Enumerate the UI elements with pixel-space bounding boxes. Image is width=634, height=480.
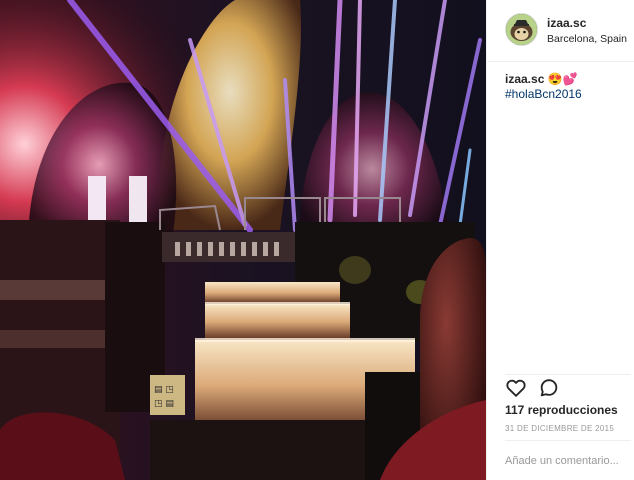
avatar[interactable] (505, 13, 538, 46)
post-username[interactable]: izaa.sc (547, 16, 586, 30)
caption-emojis: 😍💕 (547, 72, 578, 86)
post-date[interactable]: 31 DE DICIEMBRE DE 2015 (505, 424, 614, 433)
caption-username[interactable]: izaa.sc (505, 72, 544, 86)
post-caption: izaa.sc 😍💕 #holaBcn2016 (505, 72, 631, 102)
post-sidebar: izaa.sc Barcelona, Spain izaa.sc 😍💕 #hol… (486, 0, 634, 480)
fountain-sign: ▤ ◳ (154, 385, 174, 395)
comment-input[interactable] (505, 455, 631, 467)
post-actions (505, 374, 631, 398)
view-count: 117 reproducciones (505, 403, 618, 417)
speech-bubble-icon[interactable] (538, 377, 560, 399)
post-header: izaa.sc Barcelona, Spain (487, 0, 634, 62)
comment-box (505, 440, 631, 480)
hashtag-link[interactable]: #holaBcn2016 (505, 87, 631, 102)
heart-outline-icon[interactable] (505, 377, 527, 399)
svg-text:◳ ▤: ◳ ▤ (154, 399, 174, 409)
post-video[interactable]: ▤ ◳ ◳ ▤ (0, 0, 486, 480)
post-location[interactable]: Barcelona, Spain (547, 33, 627, 45)
fountain-video-frame: ▤ ◳ ◳ ▤ (0, 0, 486, 480)
hedgehog-avatar-icon (506, 14, 537, 45)
